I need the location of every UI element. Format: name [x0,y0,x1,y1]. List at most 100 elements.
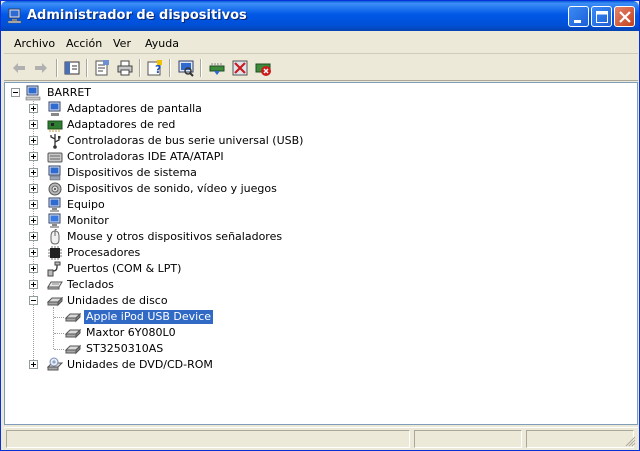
properties-icon[interactable] [93,59,111,77]
menu-bar: Archivo Acción Ver Ayuda [4,32,638,54]
tree-item[interactable]: Dispositivos de sistema [29,165,329,181]
tree-child-item[interactable]: Maxtor 6Y080L0 [64,325,265,341]
processor-icon [47,245,63,261]
tree-item-label: Equipo [67,198,105,211]
tree-item-label: Monitor [67,214,109,227]
system-device-icon [47,165,63,181]
tree-child-item[interactable]: ST3250310AS [64,341,265,357]
disk-drive-icon [64,341,82,357]
expand-toggle[interactable] [29,120,38,129]
scan-hardware-icon[interactable] [177,59,195,77]
keyboard-icon [47,277,63,293]
menu-ver[interactable]: Ver [113,37,131,50]
tree-item[interactable]: Controladoras de bus serie universal (US… [29,133,329,149]
print-icon[interactable] [116,59,134,77]
device-manager-window: Administrador de dispositivos Archivo Ac… [0,0,640,451]
update-driver-icon[interactable] [208,59,226,77]
tree-item-label: Adaptadores de red [67,118,176,131]
back-arrow-icon[interactable] [10,59,28,77]
tree-item[interactable]: Unidades de DVD/CD-ROM [29,357,329,373]
tree-item-label: Procesadores [67,246,141,259]
tree-connector [53,307,54,349]
usb-icon [47,133,63,149]
toolbar-separator [169,59,171,77]
expand-toggle[interactable] [29,136,38,145]
uninstall-device-icon[interactable] [254,59,272,77]
toolbar: ? [4,55,638,81]
expand-toggle[interactable] [29,248,38,257]
tree-item[interactable]: Mouse y otros dispositivos señaladores [29,228,349,245]
display-adapter-icon [47,101,63,117]
tree-item-label: Teclados [67,278,114,291]
network-adapter-icon [47,117,63,133]
tree-item-label: Mouse y otros dispositivos señaladores [67,230,283,243]
tree-item[interactable]: Equipo [29,197,329,213]
tree-item[interactable]: Puertos (COM & LPT) [29,261,329,277]
tree-item[interactable]: Adaptadores de red [29,117,329,133]
tree-item-label: Puertos (COM & LPT) [67,262,182,275]
maximize-button[interactable] [591,6,612,27]
show-hide-tree-icon[interactable] [63,59,81,77]
status-pane [414,430,522,448]
minimize-button[interactable] [568,6,589,27]
tree-item-label: Dispositivos de sistema [67,166,197,179]
computer-monitor-icon [47,197,63,213]
tree-item[interactable]: Unidades de disco [29,293,329,309]
tree-connector [54,349,64,350]
expand-toggle[interactable] [29,232,38,241]
expand-toggle[interactable] [29,280,38,289]
expand-toggle[interactable] [29,200,38,209]
collapse-toggle[interactable] [29,296,38,305]
disk-drive-icon [46,293,64,309]
device-tree[interactable]: BARRET Adaptadores de pantalla Adaptador… [4,82,638,425]
title-bar[interactable]: Administrador de dispositivos [1,1,639,31]
tree-item[interactable]: Teclados [29,277,329,293]
resize-grip-icon[interactable] [624,435,636,447]
expand-toggle[interactable] [29,152,38,161]
tree-item-label: Controladoras IDE ATA/ATAPI [67,150,224,163]
tree-child-label: Apple iPod USB Device [82,309,215,325]
sound-device-icon [47,181,63,197]
toolbar-separator [200,59,202,77]
tree-item[interactable]: Procesadores [29,245,329,261]
expand-toggle[interactable] [29,264,38,273]
tree-item[interactable]: Monitor [29,213,329,229]
tree-child-item[interactable]: Apple iPod USB Device [64,309,265,325]
ide-controller-icon [47,149,63,165]
computer-icon [25,85,41,101]
tree-item-label: Adaptadores de pantalla [67,102,202,115]
tree-item[interactable]: Dispositivos de sonido, vídeo y juegos [29,181,329,197]
tree-item-label: Controladoras de bus serie universal (US… [67,134,304,147]
expand-toggle[interactable] [29,184,38,193]
menu-ayuda[interactable]: Ayuda [145,37,179,50]
toolbar-separator [139,59,141,77]
tree-root[interactable]: BARRET [11,85,131,101]
close-button[interactable] [614,6,635,27]
tree-item[interactable]: Adaptadores de pantalla [29,101,329,117]
status-bar [4,427,638,449]
disk-drive-icon [64,309,82,325]
device-manager-icon [7,8,23,24]
mouse-icon [47,228,63,245]
tree-item-label: Unidades de disco [67,294,168,307]
tree-root-label: BARRET [47,86,92,99]
expand-toggle[interactable] [29,216,38,225]
collapse-toggle[interactable] [11,88,20,97]
tree-connector [54,333,64,334]
tree-connector [54,317,64,318]
dvd-drive-icon [46,357,64,373]
status-pane [6,430,410,448]
expand-toggle[interactable] [29,104,38,113]
menu-accion[interactable]: Acción [66,37,102,50]
tree-item[interactable]: Controladoras IDE ATA/ATAPI [29,149,329,165]
disable-device-icon[interactable] [231,59,249,77]
port-icon [47,261,63,277]
tree-child-label: ST3250310AS [86,342,164,355]
tree-item-label: Unidades de DVD/CD-ROM [67,358,213,371]
help-icon[interactable]: ? [146,59,164,77]
tree-item-label: Dispositivos de sonido, vídeo y juegos [67,182,277,195]
menu-archivo[interactable]: Archivo [14,37,55,50]
forward-arrow-icon[interactable] [32,59,50,77]
expand-toggle[interactable] [29,168,38,177]
expand-toggle[interactable] [29,360,38,369]
